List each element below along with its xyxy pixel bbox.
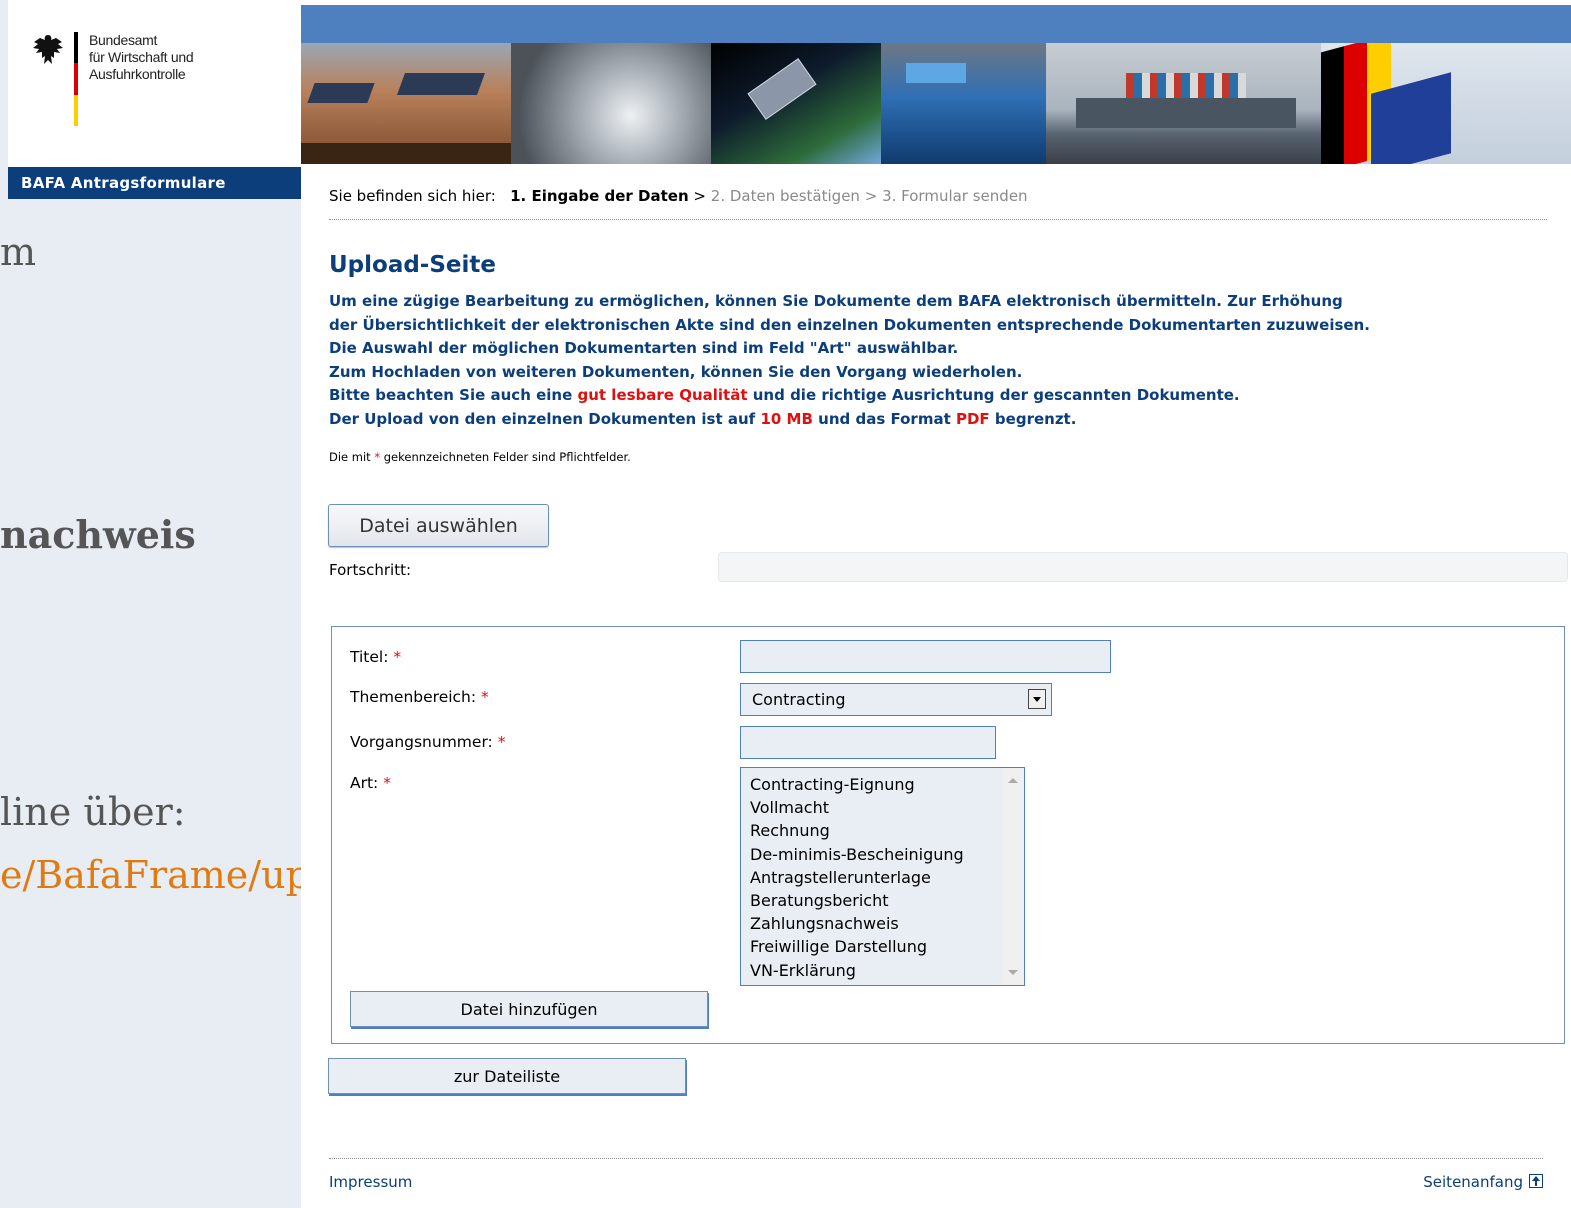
list-option[interactable]: Beratungsbericht bbox=[741, 889, 1024, 912]
required-star: * bbox=[497, 733, 506, 751]
breadcrumb-prefix: Sie befinden sich hier: bbox=[329, 187, 496, 205]
topic-select[interactable]: Contracting bbox=[740, 683, 1052, 716]
breadcrumb-step-current: 1. Eingabe der Daten bbox=[510, 187, 689, 205]
federal-eagle-icon bbox=[33, 35, 63, 64]
banner-photo-satellite bbox=[711, 43, 881, 164]
progress-bar bbox=[718, 552, 1568, 582]
banner-photo-fair bbox=[881, 43, 1046, 164]
list-option[interactable]: VN-Erklärung bbox=[741, 959, 1024, 982]
label-text: Themenbereich: bbox=[350, 688, 477, 706]
intro-text: Um eine zügige Bearbeitung zu ermögliche… bbox=[329, 290, 1569, 431]
intro-highlight: PDF bbox=[955, 409, 990, 428]
banner-photo-flags bbox=[1321, 43, 1571, 164]
divider bbox=[329, 219, 1547, 220]
list-option[interactable]: Freiwillige Darstellung bbox=[741, 935, 1024, 958]
intro-line: der Übersichtlichkeit der elektronischen… bbox=[329, 315, 1370, 334]
title-label: Titel: * bbox=[350, 648, 401, 666]
intro-text-segment: Der Upload von den einzelnen Dokumenten … bbox=[329, 409, 756, 428]
intro-text-segment: Bitte beachten Sie auch eine bbox=[329, 386, 573, 404]
breadcrumb-separator: > bbox=[864, 187, 878, 205]
back-to-top-link[interactable]: Seitenanfang bbox=[1423, 1173, 1543, 1191]
intro-line: Bitte beachten Sie auch eine gut lesbare… bbox=[329, 384, 1569, 408]
list-option[interactable]: Zahlungsnachweis bbox=[741, 912, 1024, 935]
label-text: Art: bbox=[350, 774, 379, 792]
org-name-line: für Wirtschaft und bbox=[89, 49, 194, 65]
header-banner bbox=[301, 43, 1571, 164]
case-number-label: Vorgangsnummer: * bbox=[350, 733, 505, 751]
dropdown-arrow-icon[interactable] bbox=[1028, 689, 1046, 709]
background-link[interactable]: e/BafaFrame/upload bbox=[0, 853, 301, 897]
topic-selected-value: Contracting bbox=[752, 690, 846, 709]
page-title: Upload-Seite bbox=[329, 252, 496, 278]
label-text: Vorgangsnummer: bbox=[350, 733, 493, 751]
required-star: * bbox=[393, 648, 402, 666]
logo-area bbox=[8, 0, 301, 167]
topic-label: Themenbereich: * bbox=[350, 688, 489, 706]
label-text: Titel: bbox=[350, 648, 389, 666]
intro-text-segment: und das Format bbox=[818, 409, 951, 428]
org-name-line: Bundesamt bbox=[89, 32, 158, 48]
required-star: * bbox=[481, 688, 489, 706]
org-name-line: Ausfuhrkontrolle bbox=[89, 66, 186, 82]
list-option[interactable]: De-minimis-Bescheinigung bbox=[741, 843, 1024, 866]
required-star: * bbox=[374, 450, 381, 464]
back-to-top-icon bbox=[1529, 1174, 1543, 1188]
divider bbox=[329, 1158, 1543, 1159]
background-fragment: m bbox=[0, 230, 37, 274]
impressum-link[interactable]: Impressum bbox=[329, 1173, 412, 1191]
back-to-top-label: Seitenanfang bbox=[1423, 1173, 1523, 1191]
add-file-button[interactable]: Datei hinzufügen bbox=[350, 991, 708, 1027]
breadcrumb-separator: > bbox=[693, 187, 706, 205]
intro-text-segment: und die richtige Ausrichtung der gescann… bbox=[752, 386, 1240, 404]
list-option[interactable]: Rechnung bbox=[741, 819, 1024, 842]
mandatory-note: Die mit * gekennzeichneten Felder sind P… bbox=[329, 450, 631, 464]
type-label: Art: * bbox=[350, 774, 391, 792]
note-text: gekennzeichneten Felder sind Pflichtfeld… bbox=[383, 450, 631, 464]
breadcrumb-step: 2. Daten bestätigen bbox=[710, 187, 860, 205]
intro-line: Zum Hochladen von weiteren Dokumenten, k… bbox=[329, 362, 1023, 381]
german-flag-bar bbox=[74, 32, 78, 126]
top-bar bbox=[301, 5, 1571, 43]
breadcrumb: Sie befinden sich hier: 1. Eingabe der D… bbox=[329, 185, 1028, 207]
list-option[interactable]: Contracting-Eignung bbox=[741, 773, 1024, 796]
case-number-input[interactable] bbox=[740, 726, 996, 759]
scroll-down-icon[interactable] bbox=[1008, 970, 1018, 975]
note-text: Die mit bbox=[329, 450, 371, 464]
list-option[interactable]: Vollmacht bbox=[741, 796, 1024, 819]
banner-photo-steel bbox=[511, 43, 711, 164]
required-star: * bbox=[383, 774, 391, 792]
intro-text-segment: begrenzt. bbox=[994, 409, 1077, 428]
banner-photo-ship bbox=[1046, 43, 1321, 164]
banner-photo-houses bbox=[301, 43, 511, 164]
file-list-button[interactable]: zur Dateiliste bbox=[328, 1058, 686, 1094]
background-fragment: nachweis bbox=[0, 512, 196, 557]
intro-highlight: 10 MB bbox=[760, 409, 813, 428]
progress-label: Fortschritt: bbox=[329, 561, 412, 579]
breadcrumb-step: 3. Formular senden bbox=[882, 187, 1028, 205]
intro-line: Der Upload von den einzelnen Dokumenten … bbox=[329, 408, 1569, 432]
background-fragment: line über: bbox=[0, 790, 186, 834]
intro-line: Die Auswahl der möglichen Dokumentarten … bbox=[329, 339, 959, 357]
organization-name: Bundesamt für Wirtschaft und Ausfuhrkont… bbox=[89, 32, 194, 83]
document-type-list[interactable]: Contracting-Eignung Vollmacht Rechnung D… bbox=[740, 767, 1025, 986]
title-input[interactable] bbox=[740, 640, 1111, 673]
nav-title: BAFA Antragsformulare bbox=[8, 167, 301, 199]
list-option[interactable]: Antragstellerunterlage bbox=[741, 866, 1024, 889]
intro-highlight: gut lesbare Qualität bbox=[577, 386, 748, 404]
scroll-up-icon[interactable] bbox=[1008, 778, 1018, 783]
choose-file-button[interactable]: Datei auswählen bbox=[328, 504, 549, 547]
intro-line: Um eine zügige Bearbeitung zu ermögliche… bbox=[329, 292, 1343, 310]
list-scrollbar[interactable] bbox=[1002, 768, 1024, 985]
